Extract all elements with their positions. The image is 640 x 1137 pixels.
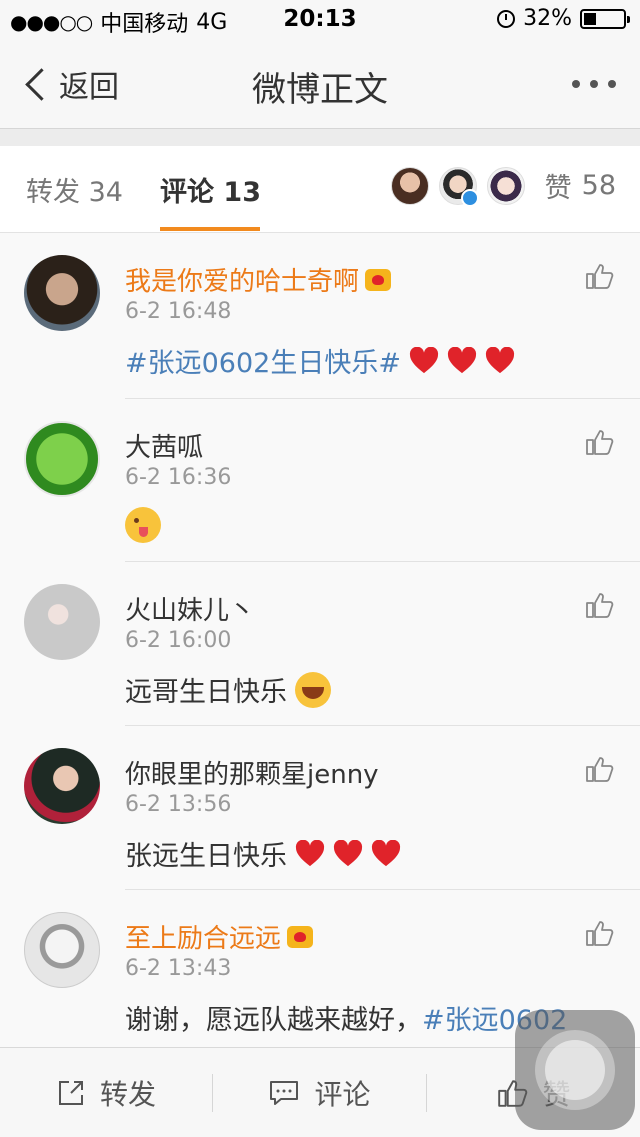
- avatar[interactable]: [24, 421, 100, 497]
- avatar[interactable]: [24, 748, 100, 824]
- more-options-button[interactable]: [572, 80, 616, 88]
- comment-bubble-icon: [270, 1080, 299, 1105]
- assistive-touch-ring: [545, 1040, 605, 1100]
- commenter-name[interactable]: 我是你爱的哈士奇啊: [125, 261, 392, 298]
- commenter-name-text: 大茜呱: [125, 433, 204, 463]
- comment-divider: [125, 725, 640, 726]
- comment-time: 6-2 16:48: [125, 299, 232, 324]
- comment-divider: [125, 889, 640, 890]
- comment-text: 谢谢，愿远队越来越好，: [125, 1005, 422, 1036]
- page-title: 微博正文: [252, 70, 388, 110]
- tab-like-label: 赞: [544, 173, 572, 204]
- heart-emoji-icon: [371, 839, 401, 866]
- tab-bar: 转发 34 评论 13 赞 58: [0, 146, 640, 233]
- commenter-name-text: 你眼里的那颗星jenny: [125, 760, 379, 790]
- assistive-touch-button[interactable]: [515, 1010, 635, 1130]
- commenter-name-text: 我是你爱的哈士奇啊: [125, 267, 360, 297]
- liker-avatar[interactable]: [486, 166, 525, 205]
- comment-time: 6-2 16:00: [125, 628, 232, 653]
- more-dot-icon: [572, 80, 580, 88]
- vip-crown-icon: [365, 268, 392, 291]
- liker-avatar[interactable]: [390, 166, 429, 205]
- thumbs-up-icon[interactable]: [584, 261, 614, 291]
- more-dot-icon: [590, 80, 598, 88]
- avatar[interactable]: [24, 255, 100, 331]
- comment-text: 远哥生日快乐: [125, 677, 287, 708]
- alarm-clock-icon: [497, 9, 516, 28]
- laughing-face-emoji-icon: [295, 671, 331, 708]
- battery-percent: 32%: [523, 6, 572, 31]
- tab-comment-label: 评论: [160, 177, 214, 208]
- tab-comment[interactable]: 评论 13: [160, 170, 261, 209]
- comment-text: 张远生日快乐: [125, 841, 287, 872]
- comment-divider: [125, 398, 640, 399]
- comment-content: #张远0602生日快乐#: [125, 341, 515, 380]
- repost-button[interactable]: 转发: [0, 1048, 212, 1137]
- commenter-name[interactable]: 至上励合远远: [125, 918, 314, 955]
- vip-crown-icon: [287, 925, 314, 948]
- commenter-name-text: 火山妹儿丶: [125, 596, 256, 626]
- comment-content: [125, 507, 161, 543]
- avatar[interactable]: [24, 912, 100, 988]
- comment-time: 6-2 13:56: [125, 792, 232, 817]
- heart-emoji-icon: [485, 346, 515, 373]
- hashtag-link[interactable]: #张远0602生日快乐#: [125, 341, 401, 380]
- status-bar: ●●●○○ 中国移动 4G 20:13 32%: [0, 0, 640, 40]
- thumbs-up-icon[interactable]: [584, 427, 614, 457]
- tab-repost[interactable]: 转发 34: [26, 170, 123, 209]
- comment-divider: [125, 561, 640, 562]
- tab-likes[interactable]: 赞 58: [390, 166, 616, 207]
- heart-emoji-icon: [409, 346, 439, 373]
- commenter-name[interactable]: 大茜呱: [125, 427, 203, 464]
- battery-fill: [584, 12, 596, 25]
- comment-content: 张远生日快乐: [125, 834, 401, 873]
- thumbs-up-icon[interactable]: [584, 754, 614, 784]
- battery-icon: [580, 8, 630, 29]
- comment-list: 我是你爱的哈士奇啊 6-2 16:48 #张远0602生日快乐# 大茜呱 6-2…: [0, 233, 640, 1047]
- comment-button[interactable]: 评论: [213, 1048, 426, 1137]
- heart-emoji-icon: [295, 839, 325, 866]
- thumbs-up-icon[interactable]: [584, 590, 614, 620]
- comment-time: 6-2 13:43: [125, 956, 232, 981]
- status-right: 32%: [497, 6, 630, 31]
- section-gap: [0, 129, 640, 146]
- heart-emoji-icon: [447, 346, 477, 373]
- commenter-name-text: 至上励合远远: [125, 924, 282, 954]
- avatar[interactable]: [24, 584, 100, 660]
- more-dot-icon: [608, 80, 616, 88]
- tab-repost-label: 转发: [26, 177, 80, 208]
- tab-like-count: 58: [581, 170, 616, 201]
- comment-label: 评论: [314, 1077, 371, 1111]
- share-icon: [58, 1080, 83, 1105]
- comment-content: 远哥生日快乐: [125, 670, 331, 709]
- commenter-name[interactable]: 你眼里的那颗星jenny: [125, 754, 379, 791]
- active-tab-indicator: [160, 227, 260, 231]
- verified-badge-icon: [460, 188, 479, 207]
- tab-repost-count: 34: [88, 177, 123, 208]
- thumbs-up-icon[interactable]: [584, 918, 614, 948]
- repost-label: 转发: [99, 1077, 156, 1111]
- heart-emoji-icon: [333, 839, 363, 866]
- commenter-name[interactable]: 火山妹儿丶: [125, 590, 255, 627]
- navigation-bar: 返回 微博正文: [0, 40, 640, 129]
- tab-comment-count: 13: [223, 177, 261, 208]
- liker-avatar[interactable]: [438, 166, 479, 207]
- tongue-face-emoji-icon: [125, 507, 161, 543]
- comment-time: 6-2 16:36: [125, 465, 232, 490]
- comment-content: 谢谢，愿远队越来越好， #张远0602: [125, 998, 567, 1037]
